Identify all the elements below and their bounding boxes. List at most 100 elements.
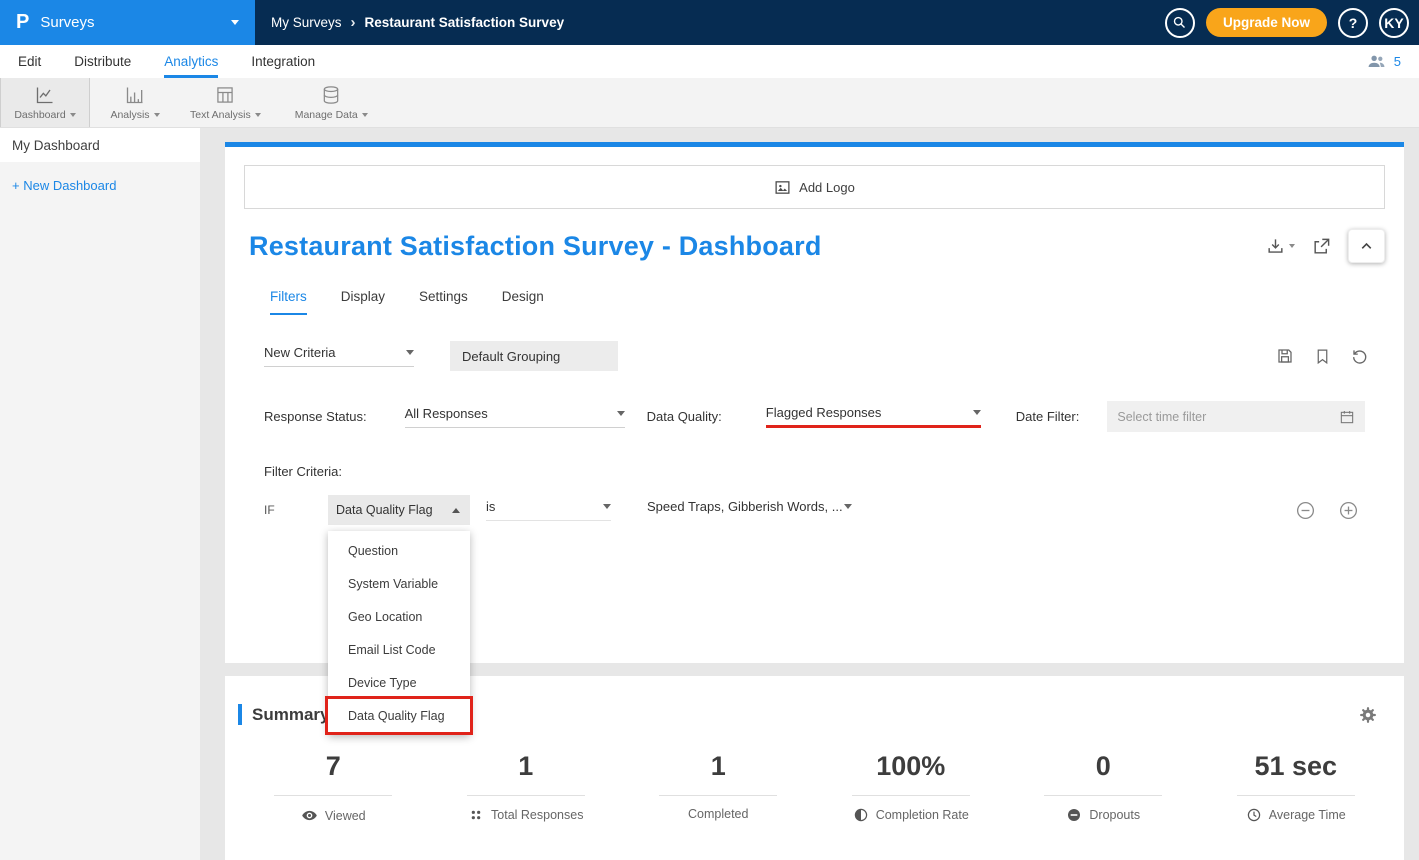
stat-label: Total Responses xyxy=(491,808,583,822)
dropdown-item-question[interactable]: Question xyxy=(328,534,470,567)
download-icon xyxy=(1266,237,1285,256)
product-name: Surveys xyxy=(40,14,94,31)
text-grid-icon xyxy=(215,85,235,105)
survey-nav: Edit Distribute Analytics Integration 5 xyxy=(0,45,1419,78)
caret-down-icon xyxy=(603,504,611,509)
caret-down-icon xyxy=(255,113,261,117)
toolbar-item-dashboard[interactable]: Dashboard xyxy=(0,78,90,127)
collaborators-count: 5 xyxy=(1394,54,1401,69)
save-criteria-button[interactable] xyxy=(1276,347,1294,365)
stat-label: Completion Rate xyxy=(876,808,969,822)
gear-icon xyxy=(1358,705,1378,725)
share-icon xyxy=(1312,237,1331,256)
eye-icon xyxy=(301,807,318,824)
tab-edit[interactable]: Edit xyxy=(18,45,41,78)
stat-value: 1 xyxy=(430,751,623,782)
page-title: Restaurant Satisfaction Survey - Dashboa… xyxy=(249,231,822,262)
dashboard-tabs: Filters Display Settings Design xyxy=(270,289,1385,315)
sidebar-item-my-dashboard[interactable]: My Dashboard xyxy=(0,128,200,162)
new-criteria-select[interactable]: New Criteria xyxy=(264,345,414,367)
caret-down-icon xyxy=(1289,244,1295,248)
stat-label: Average Time xyxy=(1269,808,1346,822)
reset-icon xyxy=(1351,347,1369,365)
stat-label: Viewed xyxy=(325,809,366,823)
summary-title: Summary xyxy=(252,705,329,725)
bookmark-criteria-button[interactable] xyxy=(1314,348,1331,365)
questionpro-logo: P xyxy=(16,11,29,34)
add-logo-button[interactable]: Add Logo xyxy=(244,165,1385,209)
stat-label: Completed xyxy=(688,807,748,821)
toolbar-item-label: Manage Data xyxy=(295,109,358,121)
tab-filters[interactable]: Filters xyxy=(270,289,307,315)
add-criteria-button[interactable] xyxy=(1338,500,1359,521)
toolbar-item-manage-data[interactable]: Manage Data xyxy=(285,78,378,127)
stat-value: 1 xyxy=(622,751,815,782)
search-button[interactable] xyxy=(1165,8,1195,38)
minus-circle-icon xyxy=(1066,807,1082,823)
toolbar-item-label: Text Analysis xyxy=(190,109,251,121)
dropdown-item-data-quality-flag[interactable]: Data Quality Flag xyxy=(328,699,470,732)
toolbar-item-analysis[interactable]: Analysis xyxy=(90,78,180,127)
avatar[interactable]: KY xyxy=(1379,8,1409,38)
remove-criteria-button[interactable] xyxy=(1295,500,1316,521)
dropdown-item-device-type[interactable]: Device Type xyxy=(328,666,470,699)
tab-integration[interactable]: Integration xyxy=(251,45,315,78)
clock-icon xyxy=(1246,807,1262,823)
tab-analytics[interactable]: Analytics xyxy=(164,45,218,78)
tab-settings[interactable]: Settings xyxy=(419,289,468,315)
summary-settings-button[interactable] xyxy=(1358,705,1378,725)
tab-display[interactable]: Display xyxy=(341,289,385,315)
tab-design[interactable]: Design xyxy=(502,289,544,315)
reset-filters-button[interactable] xyxy=(1351,347,1369,365)
stat-average-time: 51 sec Average Time xyxy=(1200,751,1393,824)
breadcrumb-current: Restaurant Satisfaction Survey xyxy=(365,15,565,30)
new-dashboard-link[interactable]: + New Dashboard xyxy=(0,162,200,209)
toolbar-item-text-analysis[interactable]: Text Analysis xyxy=(180,78,271,127)
main-content: Add Logo Restaurant Satisfaction Survey … xyxy=(200,128,1419,860)
collapse-panel-button[interactable] xyxy=(1348,229,1385,263)
stat-value: 0 xyxy=(1007,751,1200,782)
dashboard-sidebar: My Dashboard + New Dashboard xyxy=(0,128,200,860)
response-status-label: Response Status: xyxy=(264,409,367,424)
app-window: P Surveys My Surveys › Restaurant Satisf… xyxy=(0,0,1419,860)
breadcrumb-parent[interactable]: My Surveys xyxy=(271,15,342,30)
date-filter-label: Date Filter: xyxy=(1016,409,1080,424)
caret-down-icon xyxy=(154,113,160,117)
download-button[interactable] xyxy=(1266,237,1295,256)
toolbar-item-label: Dashboard xyxy=(14,109,65,121)
help-button[interactable]: ? xyxy=(1338,8,1368,38)
breadcrumb: My Surveys › Restaurant Satisfaction Sur… xyxy=(271,14,564,31)
people-dots-icon xyxy=(468,807,484,823)
dashboard-card: Add Logo Restaurant Satisfaction Survey … xyxy=(225,142,1404,663)
criteria-value-select[interactable]: Speed Traps, Gibberish Words, ... xyxy=(647,499,852,521)
database-icon xyxy=(321,85,341,105)
minus-circle-icon xyxy=(1295,500,1316,521)
response-status-select[interactable]: All Responses xyxy=(405,406,625,428)
analytics-toolbar: Dashboard Analysis Text Analysis Manage … xyxy=(0,78,1419,128)
collaborators[interactable]: 5 xyxy=(1367,45,1419,78)
people-icon xyxy=(1367,52,1386,71)
stat-dropouts: 0 Dropouts xyxy=(1007,751,1200,824)
product-switcher[interactable]: P Surveys xyxy=(0,0,255,45)
dropdown-item-geo-location[interactable]: Geo Location xyxy=(328,600,470,633)
add-logo-label: Add Logo xyxy=(799,180,855,195)
date-filter-field[interactable] xyxy=(1107,401,1365,432)
header-actions: Upgrade Now ? KY xyxy=(1165,8,1419,38)
chevron-down-icon xyxy=(231,20,239,25)
default-grouping-field[interactable]: Default Grouping xyxy=(450,341,618,371)
date-filter-input[interactable] xyxy=(1117,410,1333,424)
caret-down-icon xyxy=(406,350,414,355)
dropdown-item-system-variable[interactable]: System Variable xyxy=(328,567,470,600)
data-quality-select[interactable]: Flagged Responses xyxy=(766,405,981,428)
share-button[interactable] xyxy=(1312,237,1331,256)
upgrade-now-button[interactable]: Upgrade Now xyxy=(1206,8,1327,37)
save-icon xyxy=(1276,347,1294,365)
criteria-field-select[interactable]: Data Quality Flag xyxy=(328,495,470,525)
caret-down-icon xyxy=(844,504,852,509)
bookmark-icon xyxy=(1314,348,1331,365)
if-label: IF xyxy=(264,503,282,517)
criteria-operator-select[interactable]: is xyxy=(486,499,611,521)
tab-distribute[interactable]: Distribute xyxy=(74,45,131,78)
stat-viewed: 7 Viewed xyxy=(237,751,430,824)
dropdown-item-email-list-code[interactable]: Email List Code xyxy=(328,633,470,666)
